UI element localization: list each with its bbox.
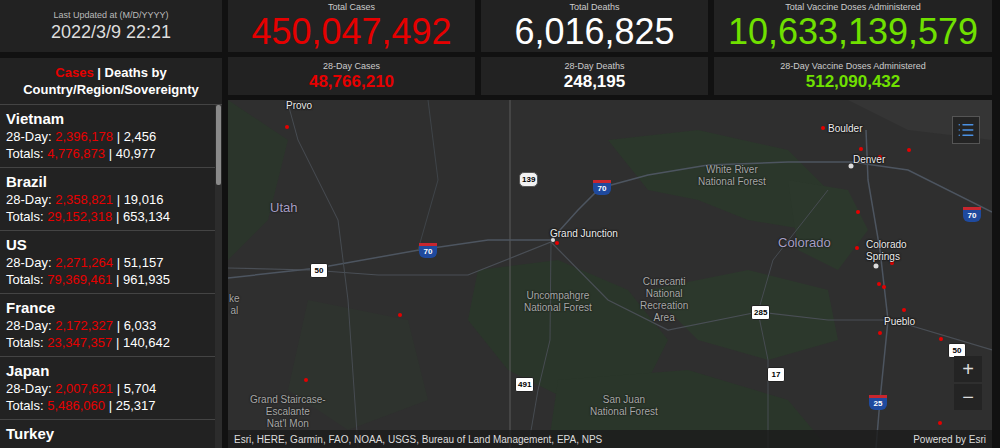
country-name: Turkey [6,425,209,443]
map-label: White RiverNational Forest [698,164,766,188]
sidebar-title: Cases | Deaths by Country/Region/Soverei… [0,58,222,105]
attribution-bar: Esri, HERE, Garmin, FAO, NOAA, USGS, Bur… [228,430,992,448]
highway-shield: 70 [593,180,611,195]
sidebar: Cases | Deaths by Country/Region/Soverei… [0,58,222,448]
attribution: Esri, HERE, Garmin, FAO, NOAA, USGS, Bur… [234,432,602,447]
country-totals: Totals: 23,347,357 | 140,642 [6,334,209,351]
last-updated-value: 2022/3/9 22:21 [51,21,171,43]
map-label: Grand Staircase-EscalanteNat'l Mon [250,394,326,430]
case-dot-icon[interactable] [285,125,289,129]
country-recent: 28-Day: 2,271,264 | 51,157 [6,254,209,271]
country-totals: Totals: 5,486,060 | 25,317 [6,397,209,414]
map-label: UncompahgreNational Forest [524,290,592,314]
last-updated-box: Last Updated at (M/D/YYYY)2022/3/9 22:21 [0,0,222,52]
stat-box: 28-Day Cases48,766,210 [228,57,475,95]
country-recent: 28-Day: 2,007,621 | 5,704 [6,380,209,397]
country-recent: 28-Day: 2,172,327 | 6,033 [6,317,209,334]
case-dot-icon[interactable] [856,210,860,214]
map-label: CurecantiNationalRecreationArea [640,276,688,324]
case-dot-icon[interactable] [902,308,906,312]
map-label: ColoradoSprings [866,239,907,263]
case-dot-icon[interactable] [882,285,886,289]
country-item[interactable]: France28-Day: 2,172,327 | 6,033Totals: 2… [0,294,215,357]
stat-label: Total Vaccine Doses Administered [785,2,920,13]
case-dot-icon[interactable] [855,246,859,250]
country-item[interactable]: Japan28-Day: 2,007,621 | 5,704Totals: 5,… [0,357,215,420]
stat-label: Total Deaths [569,2,619,13]
country-item[interactable]: Vietnam28-Day: 2,396,178 | 2,456Totals: … [0,105,215,168]
map-label: keal [229,293,240,317]
zoom-controls: +− [954,356,982,410]
map-label: Denver [853,154,885,166]
country-item[interactable]: US28-Day: 2,271,264 | 51,157Totals: 79,3… [0,231,215,294]
highway-shield: 25 [869,395,887,410]
stat-value: 10,633,139,579 [728,13,978,51]
stat-value: 450,047,492 [251,13,451,51]
map-label: Grand Junction [550,228,618,240]
stat-box: Total Cases450,047,492 [228,0,475,52]
scrollbar[interactable] [215,105,222,448]
country-name: France [6,299,209,317]
highway-shield: 70 [963,207,981,222]
case-dot-icon[interactable] [938,421,942,425]
left-column: Last Updated at (M/D/YYYY)2022/3/9 22:21… [0,0,222,448]
highway-shield: 70 [419,243,437,258]
stat-box: 28-Day Deaths248,195 [481,57,708,95]
case-dot-icon[interactable] [555,241,559,245]
map-label: Boulder [828,123,862,135]
powered-by[interactable]: Powered by Esri [913,432,986,447]
case-dot-icon[interactable] [398,313,402,317]
highway-shield: 285 [751,305,770,320]
zoom-button[interactable]: + [954,356,982,382]
country-recent: 28-Day: 2,358,821 | 19,016 [6,191,209,208]
country-totals: Totals: 29,152,318 | 653,134 [6,208,209,225]
country-item[interactable]: Brazil28-Day: 2,358,821 | 19,016Totals: … [0,168,215,231]
stat-value: 248,195 [564,72,625,92]
stat-value: 6,016,825 [514,13,674,51]
map-label: Provo [286,100,312,112]
highway-shield: 50 [310,263,328,278]
country-list[interactable]: Vietnam28-Day: 2,396,178 | 2,456Totals: … [0,105,215,448]
map-label: Colorado [778,235,831,250]
case-dot-icon[interactable] [821,126,825,130]
stat-label: 28-Day Vaccine Doses Administered [780,61,925,72]
stat-value: 512,090,432 [806,72,901,92]
case-dot-icon[interactable] [304,378,308,382]
country-item[interactable]: Turkey [0,420,215,448]
map[interactable]: Provo Boulder Denver White RiverNational Fo… [228,100,992,448]
scrollbar-thumb[interactable] [216,105,221,185]
stat-label: 28-Day Cases [323,61,380,72]
country-name: Japan [6,362,209,380]
right-column: Total Cases450,047,492Total Deaths6,016,… [228,0,992,448]
list-icon [957,121,975,139]
last-updated-label: Last Updated at (M/D/YYYY) [53,10,168,21]
legend-button[interactable] [952,116,980,144]
country-name: US [6,236,209,254]
country-totals: Totals: 4,776,873 | 40,977 [6,145,209,162]
country-name: Vietnam [6,110,209,128]
stat-label: Total Cases [328,2,375,13]
country-totals: Totals: 79,369,461 | 961,935 [6,271,209,288]
map-label: Pueblo [884,316,915,328]
map-label: San JuanNational Forest [590,394,658,418]
dashboard: Last Updated at (M/D/YYYY)2022/3/9 22:21… [0,0,1000,448]
stat-box: Total Vaccine Doses Administered10,633,1… [714,0,992,52]
highway-shield: 17 [767,367,785,382]
case-dot-icon[interactable] [859,147,863,151]
zoom-button[interactable]: − [954,384,982,410]
stat-box: 28-Day Vaccine Doses Administered512,090… [714,57,992,95]
highway-shield: 491 [515,377,534,392]
highway-shield: 139 [519,172,538,187]
map-label: Utah [270,200,297,215]
stat-value: 48,766,210 [309,72,394,92]
country-name: Brazil [6,173,209,191]
case-dot-icon[interactable] [877,282,881,286]
case-dot-icon[interactable] [878,331,882,335]
case-dot-icon[interactable] [907,148,911,152]
case-dot-icon[interactable] [939,337,943,341]
country-recent: 28-Day: 2,396,178 | 2,456 [6,128,209,145]
stat-box: Total Deaths6,016,825 [481,0,708,52]
stat-label: 28-Day Deaths [564,61,624,72]
